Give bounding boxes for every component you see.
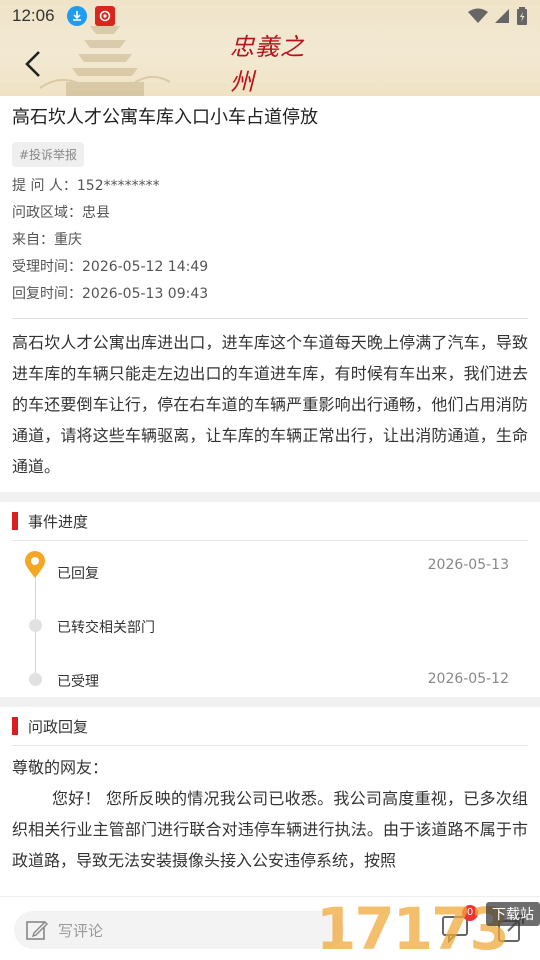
chevron-left-icon: [25, 51, 40, 77]
timeline-step-label: 已受理: [57, 674, 99, 690]
article-meta: 提 问 人：152******** 问政区域：忠县 来自：重庆 受理时间：202…: [0, 167, 540, 308]
timeline-step-label: 已回复: [57, 566, 99, 582]
wifi-icon: [468, 8, 488, 23]
timeline-step-date: 2026-05-13: [427, 557, 509, 573]
reply-greeting: 尊敬的网友：: [12, 758, 109, 777]
battery-icon: [517, 7, 527, 25]
reply-body: 您好！ 您所反映的情况我公司已收悉。我公司高度重视，已多次组织相关行业主管部门进…: [12, 789, 528, 870]
timeline-step-date: 2026-05-12: [427, 671, 509, 687]
progress-section-title: 事件进度: [28, 512, 89, 531]
location-pin-icon: [25, 551, 45, 578]
download-icon: [66, 6, 87, 26]
region-row: 问政区域：忠县: [12, 205, 110, 221]
comment-placeholder: 写评论: [58, 921, 104, 940]
comment-count-badge: 0: [462, 905, 478, 921]
progress-timeline: 已回复 2026-05-13 已转交相关部门 已受理 2026-05-12: [0, 541, 540, 697]
timeline-step: 已受理 2026-05-12: [0, 671, 540, 695]
article-body: 高石坎人才公寓出库进出口，进车库这个车道每天晚上停满了汽车，导致进车库的车辆只能…: [12, 333, 528, 476]
timeline-step: 已回复 2026-05-13: [0, 551, 540, 585]
app-logo: 忠義之州: [230, 33, 305, 96]
reply-section-title: 问政回复: [28, 717, 89, 736]
accepted-time-row: 受理时间：2026-05-12 14:49: [12, 259, 209, 275]
timeline-dot: [29, 673, 42, 686]
timeline-step: 已转交相关部门: [0, 617, 540, 641]
app-notification-icon: [94, 6, 115, 26]
section-marker: [12, 512, 18, 530]
section-marker: [12, 717, 18, 735]
section-separator: [0, 697, 540, 707]
share-icon[interactable]: [496, 913, 526, 943]
section-separator: [0, 492, 540, 502]
comment-input[interactable]: 写评论: [14, 911, 344, 949]
source-row: 来自：重庆: [12, 232, 82, 248]
header: 12:06 忠義之州: [0, 0, 540, 96]
asker-row: 提 问 人：152********: [12, 178, 160, 194]
replied-time-row: 回复时间：2026-05-13 09:43: [12, 286, 209, 302]
category-tag[interactable]: #投诉举报: [12, 142, 85, 167]
progress-section-header: 事件进度: [0, 502, 540, 540]
signal-icon: [495, 9, 509, 23]
reply-section-header: 问政回复: [0, 707, 540, 745]
timeline-step-label: 已转交相关部门: [57, 620, 155, 636]
page-title: 高石坎人才公寓车库入口小车占道停放: [12, 107, 318, 128]
back-button[interactable]: [18, 46, 48, 82]
edit-icon: [26, 921, 48, 940]
bottom-bar: 写评论 0: [0, 896, 540, 960]
timeline-dot: [29, 619, 42, 632]
article-content: 高石坎人才公寓车库入口小车占道停放 #投诉举报 提 问 人：152*******…: [0, 96, 540, 876]
status-time: 12:06: [12, 6, 55, 25]
